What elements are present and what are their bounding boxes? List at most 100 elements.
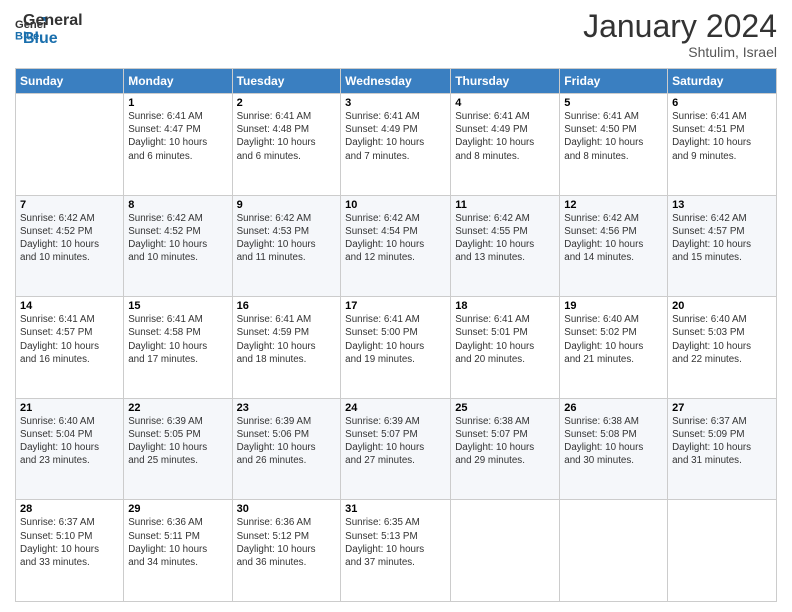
day-info: Sunrise: 6:42 AM Sunset: 4:55 PM Dayligh…: [455, 212, 555, 265]
logo-general: General: [23, 12, 83, 30]
day-number: 31: [345, 503, 446, 515]
day-info: Sunrise: 6:41 AM Sunset: 5:01 PM Dayligh…: [455, 313, 555, 366]
day-info: Sunrise: 6:41 AM Sunset: 4:59 PM Dayligh…: [237, 313, 337, 366]
day-info: Sunrise: 6:39 AM Sunset: 5:06 PM Dayligh…: [237, 415, 337, 468]
day-number: 26: [564, 402, 663, 414]
title-block: January 2024 Shtulim, Israel: [583, 10, 777, 60]
day-number: 9: [237, 199, 337, 211]
calendar-week-row: 28Sunrise: 6:37 AM Sunset: 5:10 PM Dayli…: [16, 500, 777, 602]
day-info: Sunrise: 6:37 AM Sunset: 5:10 PM Dayligh…: [20, 516, 119, 569]
day-number: 7: [20, 199, 119, 211]
calendar-table: SundayMondayTuesdayWednesdayThursdayFrid…: [15, 68, 777, 602]
month-title: January 2024: [583, 10, 777, 42]
day-number: 18: [455, 300, 555, 312]
day-info: Sunrise: 6:38 AM Sunset: 5:07 PM Dayligh…: [455, 415, 555, 468]
day-info: Sunrise: 6:40 AM Sunset: 5:03 PM Dayligh…: [672, 313, 772, 366]
calendar-day-cell: 23Sunrise: 6:39 AM Sunset: 5:06 PM Dayli…: [232, 398, 341, 500]
day-number: 10: [345, 199, 446, 211]
calendar-body: 1Sunrise: 6:41 AM Sunset: 4:47 PM Daylig…: [16, 94, 777, 602]
calendar-day-cell: 2Sunrise: 6:41 AM Sunset: 4:48 PM Daylig…: [232, 94, 341, 196]
calendar-header-cell: Tuesday: [232, 69, 341, 94]
calendar-day-cell: [16, 94, 124, 196]
calendar-day-cell: 21Sunrise: 6:40 AM Sunset: 5:04 PM Dayli…: [16, 398, 124, 500]
day-number: 27: [672, 402, 772, 414]
day-number: 30: [237, 503, 337, 515]
calendar-day-cell: 30Sunrise: 6:36 AM Sunset: 5:12 PM Dayli…: [232, 500, 341, 602]
day-info: Sunrise: 6:37 AM Sunset: 5:09 PM Dayligh…: [672, 415, 772, 468]
day-number: 28: [20, 503, 119, 515]
calendar-day-cell: 22Sunrise: 6:39 AM Sunset: 5:05 PM Dayli…: [124, 398, 232, 500]
day-number: 20: [672, 300, 772, 312]
calendar-day-cell: 27Sunrise: 6:37 AM Sunset: 5:09 PM Dayli…: [668, 398, 777, 500]
page: General Blue General Blue January 2024 S…: [0, 0, 792, 612]
day-info: Sunrise: 6:41 AM Sunset: 4:51 PM Dayligh…: [672, 110, 772, 163]
calendar-day-cell: 15Sunrise: 6:41 AM Sunset: 4:58 PM Dayli…: [124, 297, 232, 399]
day-number: 4: [455, 97, 555, 109]
day-number: 15: [128, 300, 227, 312]
calendar-day-cell: 28Sunrise: 6:37 AM Sunset: 5:10 PM Dayli…: [16, 500, 124, 602]
day-info: Sunrise: 6:42 AM Sunset: 4:52 PM Dayligh…: [20, 212, 119, 265]
day-info: Sunrise: 6:41 AM Sunset: 4:48 PM Dayligh…: [237, 110, 337, 163]
calendar-day-cell: 20Sunrise: 6:40 AM Sunset: 5:03 PM Dayli…: [668, 297, 777, 399]
day-number: 24: [345, 402, 446, 414]
day-number: 16: [237, 300, 337, 312]
calendar-week-row: 14Sunrise: 6:41 AM Sunset: 4:57 PM Dayli…: [16, 297, 777, 399]
day-number: 25: [455, 402, 555, 414]
calendar-day-cell: 16Sunrise: 6:41 AM Sunset: 4:59 PM Dayli…: [232, 297, 341, 399]
logo: General Blue General Blue: [15, 10, 83, 49]
calendar-day-cell: 3Sunrise: 6:41 AM Sunset: 4:49 PM Daylig…: [341, 94, 451, 196]
day-number: 17: [345, 300, 446, 312]
calendar-day-cell: 14Sunrise: 6:41 AM Sunset: 4:57 PM Dayli…: [16, 297, 124, 399]
calendar-week-row: 21Sunrise: 6:40 AM Sunset: 5:04 PM Dayli…: [16, 398, 777, 500]
calendar-day-cell: 19Sunrise: 6:40 AM Sunset: 5:02 PM Dayli…: [560, 297, 668, 399]
day-info: Sunrise: 6:41 AM Sunset: 4:58 PM Dayligh…: [128, 313, 227, 366]
calendar-day-cell: 7Sunrise: 6:42 AM Sunset: 4:52 PM Daylig…: [16, 195, 124, 297]
day-number: 1: [128, 97, 227, 109]
day-info: Sunrise: 6:41 AM Sunset: 4:49 PM Dayligh…: [455, 110, 555, 163]
logo-blue: Blue: [23, 30, 83, 48]
day-info: Sunrise: 6:41 AM Sunset: 4:49 PM Dayligh…: [345, 110, 446, 163]
calendar-day-cell: 8Sunrise: 6:42 AM Sunset: 4:52 PM Daylig…: [124, 195, 232, 297]
calendar-day-cell: 24Sunrise: 6:39 AM Sunset: 5:07 PM Dayli…: [341, 398, 451, 500]
day-info: Sunrise: 6:35 AM Sunset: 5:13 PM Dayligh…: [345, 516, 446, 569]
calendar-day-cell: 13Sunrise: 6:42 AM Sunset: 4:57 PM Dayli…: [668, 195, 777, 297]
calendar-day-cell: 17Sunrise: 6:41 AM Sunset: 5:00 PM Dayli…: [341, 297, 451, 399]
calendar-week-row: 1Sunrise: 6:41 AM Sunset: 4:47 PM Daylig…: [16, 94, 777, 196]
day-number: 8: [128, 199, 227, 211]
day-number: 3: [345, 97, 446, 109]
calendar-header-cell: Wednesday: [341, 69, 451, 94]
day-number: 13: [672, 199, 772, 211]
day-number: 6: [672, 97, 772, 109]
day-info: Sunrise: 6:39 AM Sunset: 5:07 PM Dayligh…: [345, 415, 446, 468]
calendar-day-cell: 31Sunrise: 6:35 AM Sunset: 5:13 PM Dayli…: [341, 500, 451, 602]
day-number: 23: [237, 402, 337, 414]
day-number: 5: [564, 97, 663, 109]
day-number: 2: [237, 97, 337, 109]
calendar-day-cell: [451, 500, 560, 602]
day-info: Sunrise: 6:39 AM Sunset: 5:05 PM Dayligh…: [128, 415, 227, 468]
calendar-day-cell: 5Sunrise: 6:41 AM Sunset: 4:50 PM Daylig…: [560, 94, 668, 196]
calendar-day-cell: 1Sunrise: 6:41 AM Sunset: 4:47 PM Daylig…: [124, 94, 232, 196]
day-info: Sunrise: 6:41 AM Sunset: 4:57 PM Dayligh…: [20, 313, 119, 366]
calendar-header-cell: Saturday: [668, 69, 777, 94]
day-number: 22: [128, 402, 227, 414]
header: General Blue General Blue January 2024 S…: [15, 10, 777, 60]
calendar-header-row: SundayMondayTuesdayWednesdayThursdayFrid…: [16, 69, 777, 94]
day-info: Sunrise: 6:42 AM Sunset: 4:53 PM Dayligh…: [237, 212, 337, 265]
calendar-header-cell: Monday: [124, 69, 232, 94]
calendar-day-cell: 25Sunrise: 6:38 AM Sunset: 5:07 PM Dayli…: [451, 398, 560, 500]
location: Shtulim, Israel: [583, 44, 777, 60]
day-info: Sunrise: 6:36 AM Sunset: 5:12 PM Dayligh…: [237, 516, 337, 569]
calendar-day-cell: 11Sunrise: 6:42 AM Sunset: 4:55 PM Dayli…: [451, 195, 560, 297]
day-number: 12: [564, 199, 663, 211]
calendar-day-cell: [560, 500, 668, 602]
day-info: Sunrise: 6:42 AM Sunset: 4:56 PM Dayligh…: [564, 212, 663, 265]
calendar-day-cell: 18Sunrise: 6:41 AM Sunset: 5:01 PM Dayli…: [451, 297, 560, 399]
calendar-day-cell: 26Sunrise: 6:38 AM Sunset: 5:08 PM Dayli…: [560, 398, 668, 500]
day-number: 21: [20, 402, 119, 414]
calendar-header-cell: Friday: [560, 69, 668, 94]
calendar-day-cell: 29Sunrise: 6:36 AM Sunset: 5:11 PM Dayli…: [124, 500, 232, 602]
day-info: Sunrise: 6:38 AM Sunset: 5:08 PM Dayligh…: [564, 415, 663, 468]
day-info: Sunrise: 6:40 AM Sunset: 5:04 PM Dayligh…: [20, 415, 119, 468]
calendar-day-cell: 9Sunrise: 6:42 AM Sunset: 4:53 PM Daylig…: [232, 195, 341, 297]
